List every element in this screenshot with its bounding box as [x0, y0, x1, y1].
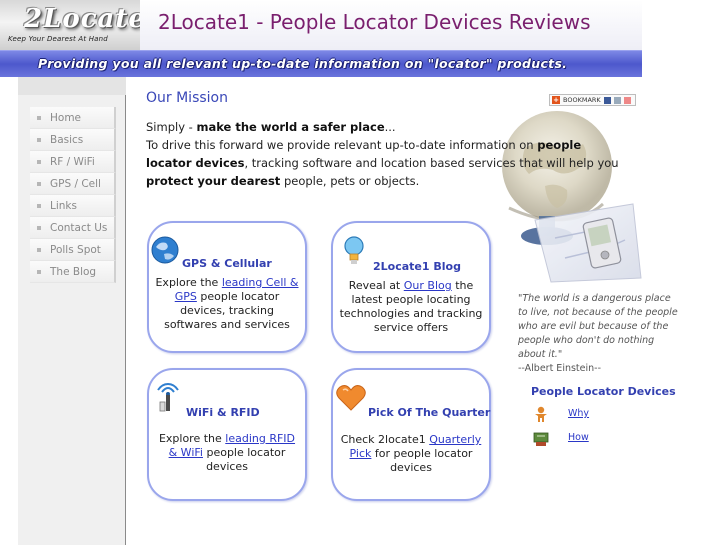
tagline-banner: Providing you all relevant up-to-date in… [0, 50, 642, 77]
bullet-icon [37, 226, 41, 230]
card-wifi-rfid: WiFi & RFID Explore the leading RFID & W… [147, 368, 307, 501]
sidebar-item-gps-cell[interactable]: GPS / Cell [30, 173, 116, 195]
card-title: GPS & Cellular [182, 257, 272, 270]
text: , tracking software and location based s… [244, 156, 619, 170]
text: Explore the [155, 276, 222, 289]
text: Reveal at [348, 279, 404, 292]
text-bold: protect your dearest [146, 174, 281, 188]
mission-line-2: To drive this forward we provide relevan… [146, 136, 626, 190]
share-icon [614, 97, 621, 104]
site-title: 2Locate1 - People Locator Devices Review… [158, 10, 591, 34]
text: people, pets or objects. [280, 174, 420, 188]
bookmark-label: BOOKMARK [563, 96, 601, 104]
sidebar-item-label: The Blog [50, 266, 97, 278]
bullet-icon [37, 248, 41, 252]
text: people locator devices [202, 446, 286, 473]
pld-heading: People Locator Devices [531, 385, 676, 398]
sidebar-item-label: Contact Us [50, 222, 108, 234]
bullet-icon [37, 270, 41, 274]
tools-icon [533, 432, 549, 446]
sidebar-item-the-blog[interactable]: The Blog [30, 261, 116, 283]
gingerbread-person-icon [535, 406, 547, 422]
text-bold: make the world a safer place [196, 120, 385, 134]
sidebar-item-polls-spot[interactable]: Polls Spot [30, 239, 116, 261]
page: 2Locate1 Keep Your Dearest At Hand 2Loca… [0, 0, 727, 545]
text: Check 2locate1 [340, 433, 430, 446]
mission-text: Simply - make the world a safer place...… [146, 118, 626, 190]
sidebar-item-label: Links [50, 200, 77, 212]
card-title: WiFi & RFID [186, 406, 260, 419]
card-pick-of-quarter: Pick Of The Quarter Check 2locate1 Quart… [331, 368, 491, 501]
site-logo[interactable]: 2Locate1 Keep Your Dearest At Hand [0, 0, 164, 50]
sidebar-top-band [18, 77, 126, 95]
text: for people locator devices [371, 447, 473, 474]
mission-line-1: Simply - make the world a safer place... [146, 118, 626, 136]
how-link[interactable]: How [568, 432, 589, 443]
card-text: Explore the leading Cell & GPS people lo… [155, 276, 299, 332]
pld-why[interactable]: Why [532, 406, 632, 424]
sidebar-item-links[interactable]: Links [30, 195, 116, 217]
card-title: 2Locate1 Blog [373, 260, 461, 273]
header-spacer [642, 0, 727, 50]
lightbulb-icon [344, 236, 364, 264]
sidebar-item-contact-us[interactable]: Contact Us [30, 217, 116, 239]
bullet-icon [37, 138, 41, 142]
pld-how[interactable]: How [532, 430, 632, 448]
plus-icon: + [552, 96, 560, 104]
card-text: Explore the leading RFID & WiFi people l… [155, 432, 299, 474]
quote-author: --Albert Einstein-- [518, 363, 602, 374]
text: To drive this forward we provide relevan… [146, 138, 538, 152]
heart-icon [336, 385, 366, 411]
card-text: Reveal at Our Blog the latest people loc… [339, 279, 483, 335]
text: Simply - [146, 120, 197, 134]
sidebar-item-home[interactable]: Home [30, 107, 116, 129]
quote-text: "The world is a dangerous place to live,… [518, 293, 678, 360]
text: Explore the [158, 432, 226, 445]
bookmark-button[interactable]: + BOOKMARK [549, 94, 636, 106]
sidebar-item-label: Polls Spot [50, 244, 101, 256]
bullet-icon [37, 160, 41, 164]
text: ... [384, 120, 396, 134]
sidebar-nav: Home Basics RF / WiFi GPS / Cell Links C… [30, 107, 116, 283]
sidebar-item-rf-wifi[interactable]: RF / WiFi [30, 151, 116, 173]
bullet-icon [37, 204, 41, 208]
wifi-antenna-icon [157, 382, 179, 412]
bullet-icon [37, 182, 41, 186]
why-link[interactable]: Why [568, 408, 589, 419]
logo-tagline: Keep Your Dearest At Hand [8, 35, 108, 43]
card-text: Check 2locate1 Quarterly Pick for people… [339, 433, 483, 475]
sidebar-item-label: RF / WiFi [50, 156, 95, 168]
banner-text: Providing you all relevant up-to-date in… [38, 56, 568, 71]
card-blog: 2Locate1 Blog Reveal at Our Blog the lat… [331, 221, 491, 353]
our-blog-link[interactable]: Our Blog [404, 279, 452, 292]
bullet-icon [37, 116, 41, 120]
site-header: 2Locate1 - People Locator Devices Review… [140, 0, 642, 50]
sidebar-item-label: Home [50, 112, 82, 124]
mission-heading: Our Mission [146, 90, 228, 106]
share-icon [624, 97, 631, 104]
card-gps-cellular: GPS & Cellular Explore the leading Cell … [147, 221, 307, 353]
globe-icon [151, 236, 179, 264]
sidebar-item-basics[interactable]: Basics [30, 129, 116, 151]
sidebar-item-label: GPS / Cell [50, 178, 101, 190]
einstein-quote: "The world is a dangerous place to live,… [518, 292, 678, 376]
sidebar-item-label: Basics [50, 134, 84, 146]
card-title: Pick Of The Quarter [368, 406, 491, 419]
share-icon [604, 97, 611, 104]
